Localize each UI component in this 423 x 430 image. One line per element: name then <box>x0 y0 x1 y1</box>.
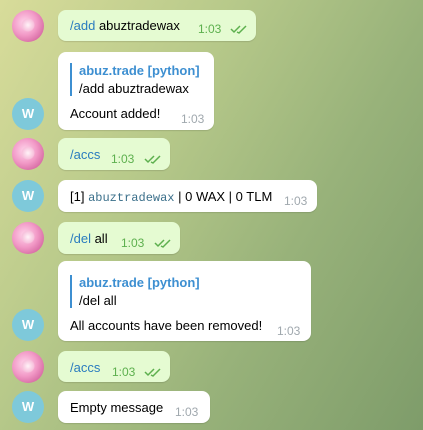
message-bubble[interactable]: abuz.trade [python] /del all All account… <box>58 261 311 341</box>
reply-author: abuz.trade [python] <box>79 63 200 78</box>
message-text: Empty message <box>70 400 164 415</box>
read-check-icon <box>144 368 161 377</box>
message-time: 1:03 <box>198 22 222 36</box>
reply-quote[interactable]: abuz.trade [python] /del all <box>70 275 200 308</box>
message-bubble[interactable]: /accs 1:03 <box>58 138 170 170</box>
account-name[interactable]: abuztradewax <box>88 191 174 205</box>
reply-author: abuz.trade [python] <box>79 275 200 290</box>
message-time: 1:03 <box>284 194 308 208</box>
account-balance: | 0 WAX | 0 TLM <box>174 189 273 204</box>
message-time: 1:03 <box>277 324 301 338</box>
message-time: 1:03 <box>175 405 199 419</box>
message-bubble[interactable]: /del all 1:03 <box>58 222 180 254</box>
bot-avatar[interactable]: W <box>12 309 44 341</box>
command-link[interactable]: /add <box>70 18 95 33</box>
bot-avatar[interactable]: W <box>12 98 44 130</box>
reply-text: /del all <box>79 293 117 308</box>
user-avatar[interactable] <box>12 222 44 254</box>
command-link[interactable]: /accs <box>70 360 100 375</box>
command-link[interactable]: /accs <box>70 147 100 162</box>
bot-avatar[interactable]: W <box>12 180 44 212</box>
message-text: Account added! <box>70 106 161 121</box>
message-text: All accounts have been removed! <box>70 318 263 333</box>
read-check-icon <box>154 239 171 248</box>
user-avatar[interactable] <box>12 10 44 42</box>
message-text: abuztradewax <box>98 18 180 33</box>
message-bubble[interactable]: Empty message 1:03 <box>58 391 210 423</box>
user-avatar[interactable] <box>12 351 44 383</box>
message-bubble[interactable]: /accs 1:03 <box>58 351 170 382</box>
message-time: 1:03 <box>111 152 135 166</box>
message-time: 1:03 <box>181 112 205 126</box>
message-bubble[interactable]: /add abuztradewax 1:03 <box>58 10 256 41</box>
message-time: 1:03 <box>121 236 145 250</box>
message-bubble[interactable]: abuz.trade [python] /add abuztradewax Ac… <box>58 52 214 130</box>
command-link[interactable]: /del <box>70 231 91 246</box>
reply-quote[interactable]: abuz.trade [python] /add abuztradewax <box>70 63 200 96</box>
read-check-icon <box>144 155 161 164</box>
account-index: [1] <box>70 189 89 204</box>
message-time: 1:03 <box>112 365 136 379</box>
reply-text: /add abuztradewax <box>79 81 189 96</box>
message-bubble[interactable]: [1] abuztradewax | 0 WAX | 0 TLM 1:03 <box>58 180 317 212</box>
read-check-icon <box>230 25 247 34</box>
bot-avatar[interactable]: W <box>12 391 44 423</box>
message-text: all <box>90 231 108 246</box>
user-avatar[interactable] <box>12 138 44 170</box>
